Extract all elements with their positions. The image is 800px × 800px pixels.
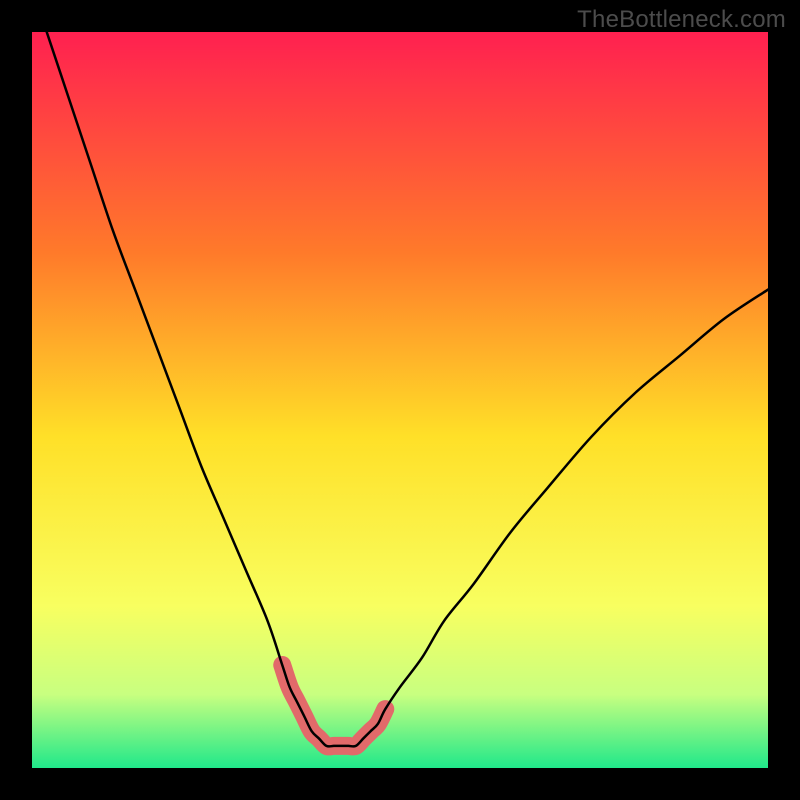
plot-area	[32, 32, 768, 768]
gradient-background	[32, 32, 768, 768]
chart-frame: TheBottleneck.com	[0, 0, 800, 800]
watermark-text: TheBottleneck.com	[577, 6, 786, 34]
bottleneck-chart	[32, 32, 768, 768]
